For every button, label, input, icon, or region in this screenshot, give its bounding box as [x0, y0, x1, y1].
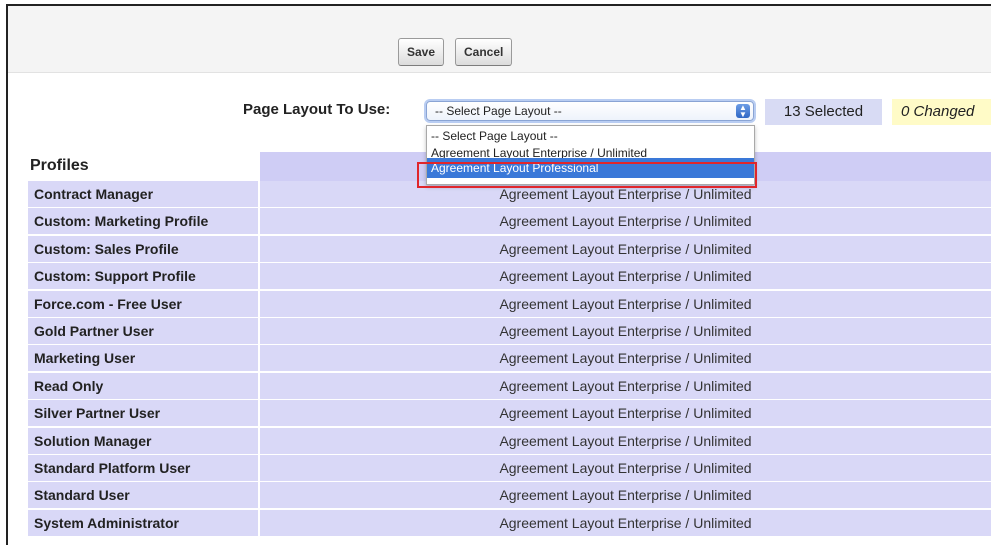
- profile-name-cell: Silver Partner User: [28, 400, 258, 427]
- profile-name-cell: Gold Partner User: [28, 317, 258, 344]
- dropdown-option[interactable]: -- Select Page Layout --: [427, 126, 754, 146]
- profiles-column-header: Profiles: [30, 157, 89, 174]
- page-layout-cell: Agreement Layout Enterprise / Unlimited: [260, 427, 991, 454]
- table-row[interactable]: Custom: Marketing Profile Agreement Layou…: [28, 208, 991, 235]
- page-layout-cell: Agreement Layout Enterprise / Unlimited: [260, 208, 991, 235]
- table-row[interactable]: Force.com - Free User Agreement Layout En…: [28, 290, 991, 318]
- profile-name-cell: Force.com - Free User: [28, 290, 258, 317]
- table-row[interactable]: Solution Manager Agreement Layout Enterpr…: [28, 427, 991, 455]
- table-row[interactable]: System Administrator Agreement Layout Ent…: [28, 509, 991, 537]
- changed-count-badge: 0 Changed: [892, 99, 991, 125]
- profile-name-cell: Standard User: [28, 482, 258, 509]
- table-row[interactable]: Read Only Agreement Layout Enterprise / U…: [28, 372, 991, 400]
- profile-name-cell: System Administrator: [28, 509, 258, 536]
- profile-name-cell: Custom: Sales Profile: [28, 235, 258, 262]
- profile-name-cell: Solution Manager: [28, 427, 258, 454]
- page-layout-cell: Agreement Layout Enterprise / Unlimited: [260, 482, 991, 509]
- page-layout-cell: Agreement Layout Enterprise / Unlimited: [260, 509, 991, 536]
- table-row[interactable]: Marketing User Agreement Layout Enterpris…: [28, 345, 991, 372]
- page-layout-cell: Agreement Layout Enterprise / Unlimited: [260, 263, 991, 290]
- table-body: Contract Manager Agreement Layout Enterpr…: [28, 181, 991, 537]
- page-layout-select[interactable]: -- Select Page Layout -- ▲ ▼: [426, 101, 754, 121]
- button-bar: Save Cancel: [8, 6, 991, 73]
- select-arrows-icon: ▲ ▼: [736, 104, 750, 119]
- profile-name-cell: Contract Manager: [28, 181, 258, 207]
- profile-name-cell: Read Only: [28, 372, 258, 399]
- table-row[interactable]: Standard User Agreement Layout Enterprise…: [28, 482, 991, 509]
- page-layout-select-value: -- Select Page Layout --: [435, 104, 562, 118]
- dropdown-option[interactable]: Agreement Layout Enterprise / Unlimited: [427, 146, 754, 158]
- cancel-button[interactable]: Cancel: [455, 38, 513, 66]
- page-layout-cell: Agreement Layout Enterprise / Unlimited: [260, 317, 991, 344]
- profile-name-cell: Custom: Support Profile: [28, 263, 258, 290]
- page-layout-cell: Agreement Layout Enterprise / Unlimited: [260, 454, 991, 481]
- page-layout-cell: Agreement Layout Enterprise / Unlimited: [260, 235, 991, 262]
- profile-name-cell: Custom: Marketing Profile: [28, 208, 258, 235]
- save-button[interactable]: Save: [398, 38, 445, 66]
- table-row[interactable]: Gold Partner User Agreement Layout Enterp…: [28, 317, 991, 345]
- table-row[interactable]: Silver Partner User Agreement Layout Ente…: [28, 400, 991, 427]
- annotation-highlight-box: [417, 162, 757, 188]
- table-row[interactable]: Custom: Support Profile Agreement Layout …: [28, 263, 991, 290]
- table-row[interactable]: Custom: Sales Profile Agreement Layout En…: [28, 235, 991, 263]
- profiles-table: Profiles out Contract ManagerAgreement L…: [28, 152, 991, 537]
- profile-name-cell: Standard Platform User: [28, 454, 258, 481]
- page-layout-cell: Agreement Layout Enterprise / Unlimited: [260, 400, 991, 427]
- table-row[interactable]: Standard Platform User Agreement Layout E…: [28, 454, 991, 482]
- page-layout-cell: Agreement Layout Enterprise / Unlimited: [260, 290, 991, 317]
- profile-name-cell: Marketing User: [28, 345, 258, 372]
- page-layout-cell: Agreement Layout Enterprise / Unlimited: [260, 372, 991, 399]
- page-layout-cell: Agreement Layout Enterprise / Unlimited: [260, 345, 991, 372]
- selected-count-badge: 13 Selected: [765, 99, 882, 125]
- page-layout-label: Page Layout To Use:: [243, 101, 391, 118]
